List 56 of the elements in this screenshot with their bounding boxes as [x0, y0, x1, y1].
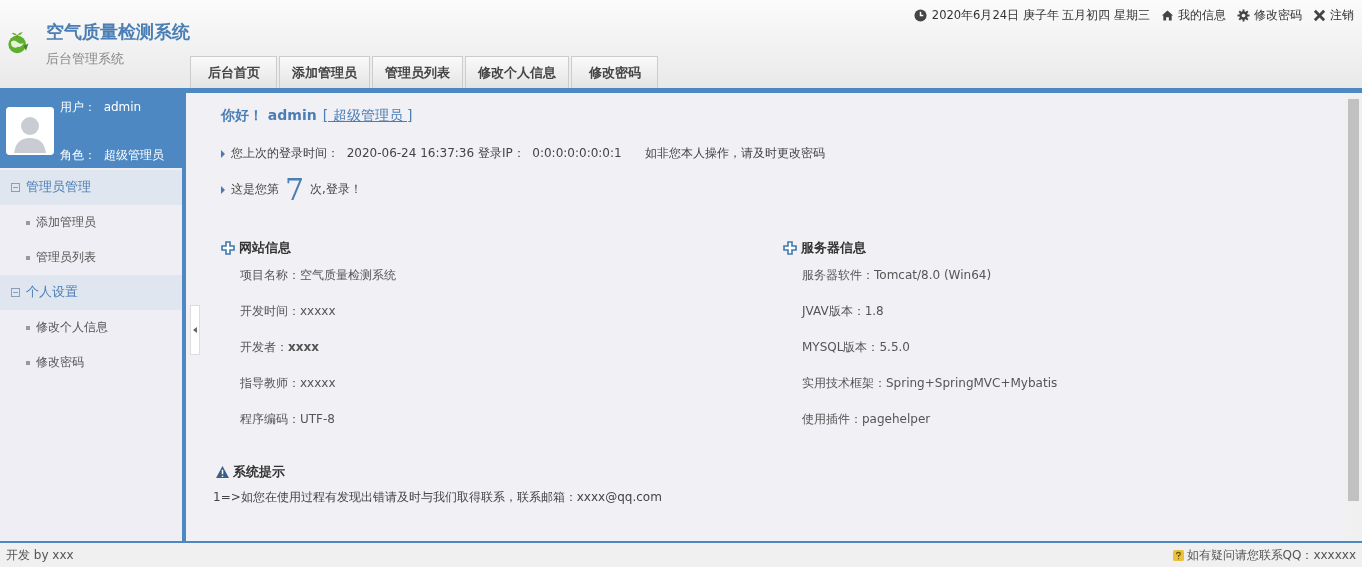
menu-item[interactable]: 添加管理员	[0, 205, 182, 240]
section-title: 服务器信息	[801, 239, 866, 257]
role-link[interactable]: [ 超级管理员 ]	[322, 107, 413, 125]
info-text: MYSQL版本：5.5.0	[801, 339, 911, 356]
info-text: JVAV版本：1.8	[800, 303, 885, 320]
info-text: 项目名称：空气质量检测系统	[239, 267, 397, 284]
menu-group-header[interactable]: 个人设置	[0, 275, 182, 310]
notice-title: 系统提示	[233, 463, 285, 481]
menu-group-header[interactable]: 管理员管理	[0, 170, 182, 205]
user-role-text: 角色： 超级管理员	[60, 146, 164, 164]
bullet-icon	[221, 185, 225, 194]
menu-item[interactable]: 管理员列表	[0, 240, 182, 275]
login-count-suffix: 次,登录！	[310, 181, 362, 198]
nav-tab[interactable]: 管理员列表	[372, 56, 463, 88]
plus-icon	[221, 241, 235, 255]
info-text: 开发时间：xxxxx	[239, 303, 337, 320]
avatar-icon	[6, 106, 54, 155]
date-text: 2020年6月24日 庚子年 五月初四 星期三	[931, 8, 1150, 23]
info-text: 程序编码：UTF-8	[239, 411, 336, 428]
header-link[interactable]: 修改密码	[1237, 8, 1302, 23]
login-count-label: 这是您第	[231, 181, 279, 198]
bullet-icon	[221, 149, 225, 158]
info-text: 指导教师：xxxxx	[239, 375, 337, 392]
app-subtitle: 后台管理系统	[46, 50, 125, 68]
app-title: 空气质量检测系统	[46, 20, 190, 44]
collapse-icon	[11, 183, 20, 192]
help-icon	[1172, 549, 1184, 561]
info-text: 服务器软件：Tomcat/8.0 (Win64)	[801, 267, 993, 284]
header-link[interactable]: 注销	[1313, 8, 1354, 23]
info-text: 开发者：xxxx	[239, 339, 320, 356]
warning-icon	[216, 466, 229, 478]
nav-tab[interactable]: 后台首页	[190, 56, 277, 88]
footer-contact: 如有疑问请您联系QQ：xxxxxx	[1186, 546, 1356, 564]
close-icon	[1313, 9, 1326, 22]
nav-tab[interactable]: 修改个人信息	[465, 56, 569, 88]
header-link[interactable]: 我的信息	[1161, 8, 1226, 23]
login-count: 7	[285, 172, 305, 207]
user-name-text: 用户： admin	[60, 98, 143, 116]
greeting-text: 你好！ admin	[221, 107, 317, 125]
plus-icon	[783, 241, 797, 255]
home-icon	[1161, 9, 1174, 22]
menu-item[interactable]: 修改个人信息	[0, 310, 182, 345]
collapse-handle[interactable]	[190, 305, 200, 355]
nav-tab[interactable]: 添加管理员	[279, 56, 370, 88]
settings-icon	[1237, 9, 1250, 22]
scrollbar[interactable]	[1345, 93, 1362, 541]
nav-tab[interactable]: 修改密码	[571, 56, 658, 88]
last-login-text: 您上次的登录时间： 2020-06-24 16:37:36 登录IP： 0:0:0:0:0:0:0:1 如非您本人操作，请及时更改密码	[231, 145, 825, 162]
info-text: 实用技术框架：Spring+SpringMVC+Mybatis	[801, 375, 1059, 392]
footer-credit: 开发 by xxx	[6, 546, 74, 564]
info-text: 使用插件：pagehelper	[801, 411, 932, 428]
clock-icon	[913, 9, 927, 22]
section-title: 网站信息	[239, 239, 291, 257]
menu-item[interactable]: 修改密码	[0, 345, 182, 380]
notice-text: 1=>如您在使用过程有发现出错请及时与我们取得联系，联系邮箱：xxxx@qq.com	[213, 489, 663, 506]
collapse-icon	[11, 288, 20, 297]
